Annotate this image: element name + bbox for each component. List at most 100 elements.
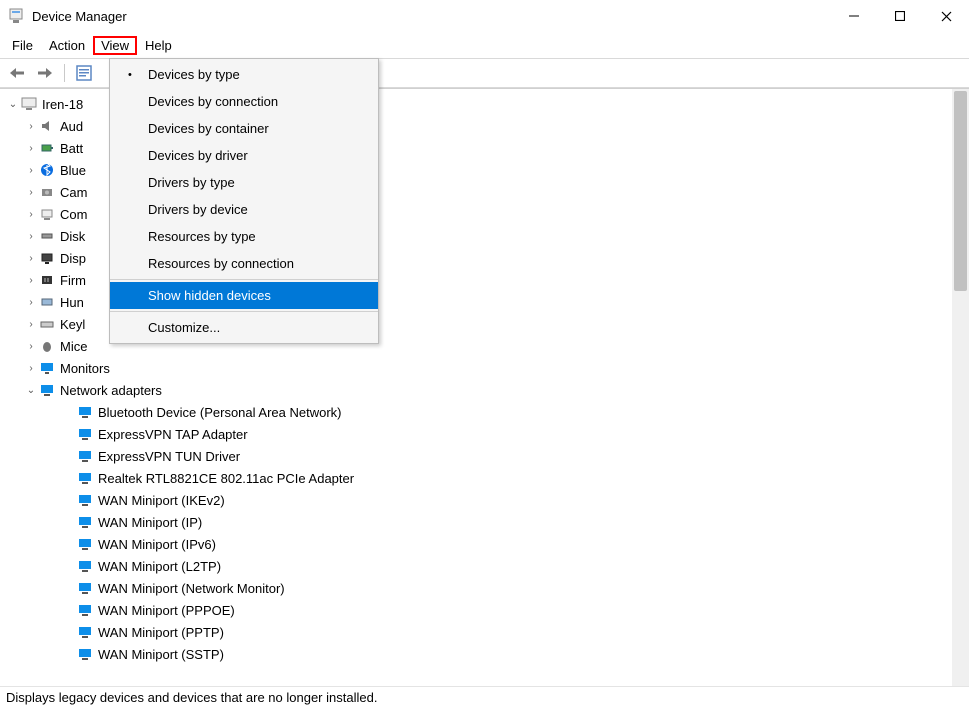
- network-adapter-icon: [76, 558, 94, 574]
- properties-button[interactable]: [73, 62, 95, 84]
- scrollbar-thumb[interactable]: [954, 91, 967, 291]
- expand-icon[interactable]: ›: [24, 253, 38, 264]
- menu-item-label: Customize...: [148, 320, 220, 335]
- network-adapter-icon: [76, 404, 94, 420]
- status-text: Displays legacy devices and devices that…: [6, 690, 377, 705]
- mouse-icon: [38, 338, 56, 354]
- tree-item-label: ExpressVPN TAP Adapter: [98, 427, 248, 442]
- tree-item-network-adapter[interactable]: WAN Miniport (SSTP): [6, 643, 969, 665]
- menu-drivers-by-device[interactable]: Drivers by device: [110, 196, 378, 223]
- tree-root-label: Iren-18: [42, 97, 83, 112]
- tree-label: Disp: [60, 251, 86, 266]
- tree-item-network-adapter[interactable]: ExpressVPN TUN Driver: [6, 445, 969, 467]
- speaker-icon: [38, 118, 56, 134]
- tree-item-label: WAN Miniport (IPv6): [98, 537, 216, 552]
- display-icon: [38, 250, 56, 266]
- tree-label: Monitors: [60, 361, 110, 376]
- tree-label: Network adapters: [60, 383, 162, 398]
- tree-label: Blue: [60, 163, 86, 178]
- tree-item-network-adapter[interactable]: WAN Miniport (L2TP): [6, 555, 969, 577]
- menu-devices-by-connection[interactable]: Devices by connection: [110, 88, 378, 115]
- tree-item-label: Bluetooth Device (Personal Area Network): [98, 405, 342, 420]
- collapse-icon[interactable]: ⌄: [24, 385, 38, 396]
- close-button[interactable]: [923, 0, 969, 32]
- menu-item-label: Resources by type: [148, 229, 256, 244]
- minimize-button[interactable]: [831, 0, 877, 32]
- hid-icon: [38, 294, 56, 310]
- tree-item-network-adapter[interactable]: WAN Miniport (IP): [6, 511, 969, 533]
- expand-icon[interactable]: ›: [24, 341, 38, 352]
- menu-devices-by-type[interactable]: • Devices by type: [110, 61, 378, 88]
- network-adapter-icon: [76, 602, 94, 618]
- tree-item-network-adapter[interactable]: Bluetooth Device (Personal Area Network): [6, 401, 969, 423]
- expand-icon[interactable]: ›: [24, 165, 38, 176]
- expand-icon[interactable]: ›: [24, 121, 38, 132]
- network-adapter-icon: [76, 492, 94, 508]
- menu-devices-by-container[interactable]: Devices by container: [110, 115, 378, 142]
- expand-icon[interactable]: ›: [24, 231, 38, 242]
- title-bar: Device Manager: [0, 0, 969, 32]
- camera-icon: [38, 184, 56, 200]
- menu-help[interactable]: Help: [137, 36, 180, 55]
- back-button[interactable]: [6, 62, 28, 84]
- bluetooth-icon: [38, 162, 56, 178]
- tree-item-network-adapter[interactable]: WAN Miniport (Network Monitor): [6, 577, 969, 599]
- tree-item-network-adapter[interactable]: ExpressVPN TAP Adapter: [6, 423, 969, 445]
- tree-label: Com: [60, 207, 87, 222]
- expand-icon[interactable]: ›: [24, 275, 38, 286]
- menu-separator: [110, 279, 378, 280]
- tree-item-network-adapter[interactable]: WAN Miniport (PPTP): [6, 621, 969, 643]
- tree-item-label: WAN Miniport (PPPOE): [98, 603, 235, 618]
- maximize-button[interactable]: [877, 0, 923, 32]
- tree-item-label: WAN Miniport (Network Monitor): [98, 581, 285, 596]
- tree-label: Mice: [60, 339, 87, 354]
- expand-icon[interactable]: ›: [24, 297, 38, 308]
- collapse-icon[interactable]: ⌄: [6, 99, 20, 110]
- menu-view[interactable]: View: [93, 36, 137, 55]
- tree-item-network-adapter[interactable]: WAN Miniport (IKEv2): [6, 489, 969, 511]
- tree-item-label: ExpressVPN TUN Driver: [98, 449, 240, 464]
- computer-icon: [38, 206, 56, 222]
- network-adapter-icon: [76, 448, 94, 464]
- network-adapter-icon: [76, 470, 94, 486]
- network-adapter-icon: [76, 536, 94, 552]
- menu-resources-by-connection[interactable]: Resources by connection: [110, 250, 378, 277]
- tree-item-label: WAN Miniport (IP): [98, 515, 202, 530]
- menu-action[interactable]: Action: [41, 36, 93, 55]
- tree-category-network-adapters[interactable]: ⌄ Network adapters: [6, 379, 969, 401]
- status-bar: Displays legacy devices and devices that…: [0, 686, 969, 708]
- expand-icon[interactable]: ›: [24, 143, 38, 154]
- tree-category-monitors[interactable]: › Monitors: [6, 357, 969, 379]
- tree-label: Disk: [60, 229, 85, 244]
- tree-item-network-adapter[interactable]: Realtek RTL8821CE 802.11ac PCIe Adapter: [6, 467, 969, 489]
- window-title: Device Manager: [32, 9, 127, 24]
- network-icon: [38, 382, 56, 398]
- tree-item-network-adapter[interactable]: WAN Miniport (PPPOE): [6, 599, 969, 621]
- forward-button[interactable]: [34, 62, 56, 84]
- expand-icon[interactable]: ›: [24, 363, 38, 374]
- menu-item-label: Devices by type: [148, 67, 240, 82]
- tree-label: Firm: [60, 273, 86, 288]
- menu-item-label: Drivers by type: [148, 175, 235, 190]
- tree-item-network-adapter[interactable]: WAN Miniport (IPv6): [6, 533, 969, 555]
- expand-icon[interactable]: ›: [24, 209, 38, 220]
- expand-icon[interactable]: ›: [24, 319, 38, 330]
- menu-item-label: Show hidden devices: [148, 288, 271, 303]
- menu-drivers-by-type[interactable]: Drivers by type: [110, 169, 378, 196]
- menu-devices-by-driver[interactable]: Devices by driver: [110, 142, 378, 169]
- tree-label: Hun: [60, 295, 84, 310]
- menu-resources-by-type[interactable]: Resources by type: [110, 223, 378, 250]
- vertical-scrollbar[interactable]: [952, 89, 969, 686]
- monitor-icon: [38, 360, 56, 376]
- tree-item-label: WAN Miniport (SSTP): [98, 647, 224, 662]
- tree-item-label: Realtek RTL8821CE 802.11ac PCIe Adapter: [98, 471, 354, 486]
- window-controls: [831, 0, 969, 32]
- menu-customize[interactable]: Customize...: [110, 314, 378, 341]
- expand-icon[interactable]: ›: [24, 187, 38, 198]
- menu-file[interactable]: File: [4, 36, 41, 55]
- menu-item-label: Devices by container: [148, 121, 269, 136]
- checked-icon: •: [128, 69, 132, 81]
- menu-show-hidden-devices[interactable]: Show hidden devices: [110, 282, 378, 309]
- menu-bar: File Action View Help: [0, 32, 969, 58]
- tree-label: Keyl: [60, 317, 85, 332]
